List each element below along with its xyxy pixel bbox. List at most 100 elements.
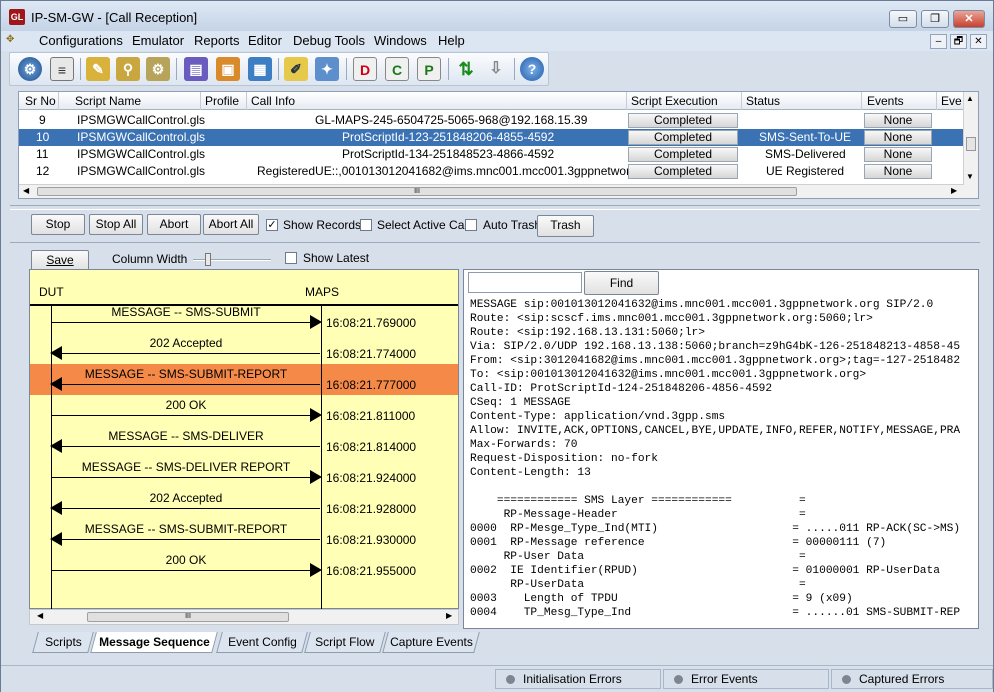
column-width-slider[interactable] — [193, 253, 271, 266]
menu-configurations[interactable]: Configurations — [39, 33, 123, 48]
table-row[interactable]: 12 IPSMGWCallControl.gls RegisteredUE::,… — [19, 163, 964, 180]
col-eve[interactable]: Eve — [941, 94, 962, 108]
message-arrow[interactable] — [52, 470, 322, 484]
events-button[interactable]: None — [864, 147, 932, 162]
close-button[interactable]: ✕ — [953, 10, 985, 28]
script-d-icon[interactable]: D — [353, 57, 377, 81]
scroll-left-icon[interactable]: ◀ — [23, 186, 29, 195]
maximize-button[interactable]: ❐ — [921, 10, 949, 28]
mdi-close-button[interactable]: ✕ — [970, 34, 987, 49]
tab-event-config[interactable]: Event Config — [216, 632, 308, 653]
help-icon[interactable]: ? — [520, 57, 544, 81]
exec-status-button[interactable]: Completed — [628, 164, 738, 179]
stack-icon[interactable]: ▤ — [184, 57, 208, 81]
message-arrow[interactable] — [52, 563, 322, 577]
events-button[interactable]: None — [864, 130, 932, 145]
save-button[interactable]: Save — [31, 250, 89, 271]
script-c-icon[interactable]: C — [385, 57, 409, 81]
menu-help[interactable]: Help — [438, 33, 465, 48]
message-arrow[interactable] — [52, 408, 322, 422]
events-button[interactable]: None — [864, 164, 932, 179]
menu-debug-tools[interactable]: Debug Tools — [293, 33, 365, 48]
mdi-minimize-button[interactable]: – — [930, 34, 947, 49]
col-script-name[interactable]: Script Name — [75, 94, 141, 108]
notes-icon[interactable]: ≡ — [50, 57, 74, 81]
slider-thumb[interactable] — [205, 253, 211, 266]
scroll-thumb[interactable]: III — [37, 187, 797, 196]
grid-horizontal-scrollbar[interactable]: ◀ III ▶ — [19, 184, 964, 198]
exec-status-button[interactable]: Completed — [628, 113, 738, 128]
col-events[interactable]: Events — [867, 94, 904, 108]
exec-status-button[interactable]: Completed — [628, 147, 738, 162]
message-label[interactable]: MESSAGE -- SMS-SUBMIT-REPORT — [52, 522, 320, 536]
show-latest-checkbox[interactable] — [285, 252, 297, 264]
message-label[interactable]: MESSAGE -- SMS-DELIVER REPORT — [52, 460, 320, 474]
message-label[interactable]: MESSAGE -- SMS-SUBMIT-REPORT — [52, 367, 320, 381]
col-status[interactable]: Status — [746, 94, 780, 108]
message-label[interactable]: 202 Accepted — [52, 336, 320, 350]
scroll-thumb[interactable]: III — [87, 612, 289, 622]
message-arrow[interactable] — [50, 346, 320, 360]
tab-scripts[interactable]: Scripts — [32, 632, 94, 653]
message-label[interactable]: 200 OK — [52, 398, 320, 412]
stop-button[interactable]: Stop — [31, 214, 85, 235]
col-call-info[interactable]: Call Info — [251, 94, 295, 108]
scroll-left-icon[interactable]: ◀ — [37, 611, 43, 620]
message-label[interactable]: MESSAGE -- SMS-DELIVER — [52, 429, 320, 443]
status-initialisation-errors[interactable]: Initialisation Errors — [495, 669, 661, 689]
mdi-system-icon[interactable]: ✥ — [6, 34, 14, 45]
scroll-right-icon[interactable]: ▶ — [446, 611, 452, 620]
status-error-events[interactable]: Error Events — [663, 669, 829, 689]
menu-reports[interactable]: Reports — [194, 33, 240, 48]
exec-status-button[interactable]: Completed — [628, 130, 738, 145]
message-label[interactable]: 202 Accepted — [52, 491, 320, 505]
tab-message-sequence[interactable]: Message Sequence — [90, 632, 218, 653]
trash-button[interactable]: Trash — [537, 215, 594, 237]
message-arrow[interactable] — [52, 315, 322, 329]
script-p-icon[interactable]: P — [417, 57, 441, 81]
gear-icon[interactable]: ⚙ — [18, 57, 42, 81]
status-captured-errors[interactable]: Captured Errors — [831, 669, 993, 689]
select-active-call-checkbox[interactable] — [360, 219, 372, 231]
grid-vertical-scrollbar[interactable]: ▲ ▼ — [963, 92, 978, 198]
table-row[interactable]: 9 IPSMGWCallControl.gls GL-MAPS-245-6504… — [19, 112, 964, 129]
network-icon[interactable]: ▦ — [248, 57, 272, 81]
call-icon[interactable]: ⇅ — [454, 57, 478, 81]
briefcase-icon[interactable]: ▣ — [216, 57, 240, 81]
message-arrow[interactable] — [50, 501, 320, 515]
tools-icon[interactable]: ✎ — [86, 57, 110, 81]
find-input[interactable] — [468, 272, 582, 293]
col-sr-no[interactable]: Sr No — [25, 94, 56, 108]
sequence-horizontal-scrollbar[interactable]: ◀ III ▶ — [29, 609, 459, 625]
table-row[interactable]: 11 IPSMGWCallControl.gls ProtScriptId-13… — [19, 146, 964, 163]
events-button[interactable]: None — [864, 113, 932, 128]
message-arrow[interactable] — [50, 377, 320, 391]
col-script-execution[interactable]: Script Execution — [631, 94, 718, 108]
show-records-checkbox[interactable]: ✓ — [266, 219, 278, 231]
scroll-down-icon[interactable]: ▼ — [966, 172, 974, 181]
scroll-thumb[interactable] — [966, 137, 976, 151]
tab-capture-events[interactable]: Capture Events — [382, 632, 480, 653]
auto-trash-checkbox[interactable] — [465, 219, 477, 231]
menu-emulator[interactable]: Emulator — [132, 33, 184, 48]
splitter[interactable] — [10, 205, 980, 210]
stop-all-button[interactable]: Stop All — [89, 214, 143, 235]
abort-all-button[interactable]: Abort All — [203, 214, 259, 235]
mdi-restore-button[interactable]: 🗗 — [950, 34, 967, 49]
message-label[interactable]: 200 OK — [52, 553, 320, 567]
table-row-selected[interactable]: 10 IPSMGWCallControl.gls ProtScriptId-12… — [19, 129, 964, 146]
decode-text[interactable]: MESSAGE sip:001013012041632@ims.mnc001.m… — [470, 298, 960, 620]
trace-icon[interactable]: ⇩ — [484, 57, 508, 81]
abort-button[interactable]: Abort — [147, 214, 201, 235]
plugin-icon[interactable]: ⚙ — [146, 57, 170, 81]
message-label[interactable]: MESSAGE -- SMS-SUBMIT — [52, 305, 320, 319]
edit-icon[interactable]: ✐ — [284, 57, 308, 81]
tab-script-flow[interactable]: Script Flow — [304, 632, 386, 653]
message-arrow[interactable] — [50, 532, 320, 546]
settings-icon[interactable]: ✦ — [315, 57, 339, 81]
scroll-right-icon[interactable]: ▶ — [951, 186, 957, 195]
minimize-button[interactable]: ▭ — [889, 10, 917, 28]
message-arrow[interactable] — [50, 439, 320, 453]
find-button[interactable]: Find — [584, 271, 659, 295]
scroll-up-icon[interactable]: ▲ — [966, 94, 974, 103]
